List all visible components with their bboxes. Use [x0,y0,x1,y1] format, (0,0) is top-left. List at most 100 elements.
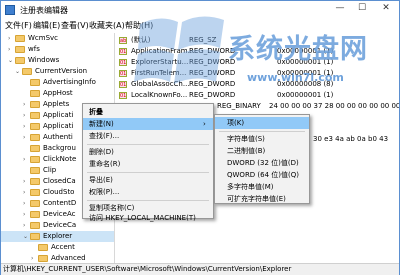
submenu-item-qword-value[interactable]: QWORD (64 位)值(Q) [215,169,309,181]
expand-arrow-icon[interactable]: › [23,99,29,110]
folder-icon [30,90,40,97]
tree-item-label: DeviceCa [43,221,77,229]
tree-item-label: Applets [43,100,70,108]
tree-item-label: ContentD [43,199,77,207]
value-name: FirstRunTelem... [131,69,187,77]
value-data: 0x00000008 (8) [277,80,334,88]
maximize-button[interactable]: ☐ [355,1,369,15]
minimize-button[interactable]: — [333,1,347,15]
expand-arrow-icon[interactable]: › [23,132,29,143]
dword-value-icon: 01 [119,70,127,77]
value-data: 30 e3 4a ab 0a b0 43 [313,135,389,143]
value-row[interactable]: 01 GlobalAssocCh... REG_DWORD 0x00000008… [117,79,399,90]
submenu-item-binary-value[interactable]: 二进制值(B) [215,145,309,157]
collapse-arrow-icon[interactable]: ⌄ [23,231,29,242]
value-data: 24 00 00 00 37 28 00 00 00 00 00 00 00 0… [269,102,399,110]
menu-edit[interactable]: 编辑(E) [33,20,60,31]
window-title: 注册表编辑器 [20,6,68,15]
folder-icon [30,167,40,174]
value-row[interactable]: 01 ApplicationFram... REG_DWORD 0x000000… [117,46,399,57]
folder-icon [22,68,32,75]
value-type: REG_DWORD [189,58,236,66]
tree-item-label: Advanced [51,254,86,262]
tree-item[interactable]: AdvertisingInfo [1,77,114,88]
folder-icon [30,101,40,108]
submenu-arrow-icon: › [203,120,206,128]
menu-item-delete[interactable]: 删除(D) [83,146,213,158]
menu-item-goto-hklm[interactable]: 访问 HKEY_LOCAL_MACHINE(T) [83,212,213,224]
menu-separator [87,144,209,145]
folder-icon [30,145,40,152]
menu-view[interactable]: 查看(V) [61,20,89,31]
value-name: LocalKnownFo... [131,91,188,99]
value-name: (默认) [131,36,151,44]
menu-separator [87,200,209,201]
tree-item[interactable]: › WcmSvc [1,33,114,44]
menu-file[interactable]: 文件(F) [5,20,32,31]
value-row[interactable]: 01 ExplorerStartu... REG_DWORD 0x0000000… [117,57,399,68]
tree-item-label: Backgrou [43,144,76,152]
value-type: REG_DWORD [189,47,236,55]
tree-item-label: Accent [51,243,75,251]
submenu-item-string-value[interactable]: 字符串值(S) [215,133,309,145]
expand-arrow-icon[interactable]: › [8,33,14,44]
menu-bar: 文件(F) 编辑(E) 查看(V) 收藏夹(A) 帮助(H) [1,19,399,33]
value-type: REG_DWORD [189,80,236,88]
dword-value-icon: 01 [119,92,127,99]
value-name: GlobalAssocCh... [131,80,190,88]
context-menu: 折叠 新建(N) › 查找(F)... 删除(D) 重命名(R) 导出(E) 权… [82,103,214,222]
tree-item[interactable]: ⌄ CurrentVersion [1,66,114,77]
dword-value-icon: 01 [119,81,127,88]
menu-item-new[interactable]: 新建(N) › [83,118,213,130]
menu-favorites[interactable]: 收藏夹(A) [89,20,125,31]
value-row[interactable]: ab (默认) REG_SZ [117,35,399,46]
value-data: 0x00000001 (1) [277,47,334,55]
tree-item[interactable]: ⌄ Windows [1,55,114,66]
tree-item-label: DeviceAc [43,210,76,218]
menu-item-new-label: 新建(N) [89,120,114,128]
tree-item[interactable]: Accent [1,242,114,253]
value-type: REG_BINARY [217,102,261,110]
expand-arrow-icon[interactable]: › [23,121,29,132]
expand-arrow-icon[interactable]: › [23,154,29,165]
new-submenu: 项(K) 字符串值(S) 二进制值(B) DWORD (32 位)值(D) QW… [214,114,310,204]
tree-item-label: CurrentVersion [35,67,88,75]
expand-arrow-icon[interactable]: › [23,209,29,220]
folder-icon [15,35,25,42]
expand-arrow-icon[interactable]: › [23,198,29,209]
expand-arrow-icon[interactable]: › [8,44,14,55]
collapse-arrow-icon[interactable]: ⌄ [8,55,14,66]
menu-item-export[interactable]: 导出(E) [83,174,213,186]
close-button[interactable]: ✕ [379,1,393,15]
submenu-item-expandable-string-value[interactable]: 可扩充字符串值(E) [215,193,309,205]
submenu-item-key[interactable]: 项(K) [215,117,309,129]
folder-icon [15,46,25,53]
folder-icon [30,156,40,163]
tree-item[interactable]: › Advanced [1,253,114,263]
value-type: REG_SZ [189,36,217,44]
tree-item-label: ClosedCa [43,177,76,185]
value-row[interactable]: 01 LocalKnownFo... REG_DWORD 0x00000001 … [117,90,399,101]
folder-icon [30,123,40,130]
tree-item-selected[interactable]: ⌄ Explorer [1,231,114,242]
submenu-item-dword-value[interactable]: DWORD (32 位)值(D) [215,157,309,169]
menu-item-permissions[interactable]: 权限(P)... [83,186,213,198]
tree-item[interactable]: AppHost [1,88,114,99]
menu-help[interactable]: 帮助(H) [125,20,153,31]
folder-icon [38,244,48,251]
folder-icon [30,134,40,141]
menu-item-find[interactable]: 查找(F)... [83,130,213,142]
expand-arrow-icon[interactable]: › [23,220,29,231]
expand-arrow-icon[interactable]: › [23,187,29,198]
submenu-item-multi-string-value[interactable]: 多字符串值(M) [215,181,309,193]
expand-arrow-icon[interactable]: › [23,176,29,187]
menu-item-rename[interactable]: 重命名(R) [83,158,213,170]
value-type: REG_DWORD [189,69,236,77]
expand-arrow-icon[interactable]: › [23,110,29,121]
expand-arrow-icon[interactable]: › [31,253,37,263]
tree-item[interactable]: › wfs [1,44,114,55]
collapse-arrow-icon[interactable]: ⌄ [15,66,21,77]
status-bar: 计算机\HKEY_CURRENT_USER\Software\Microsoft… [1,263,399,275]
value-row[interactable]: 01 FirstRunTelem... REG_DWORD 0x00000001… [117,68,399,79]
menu-item-collapse[interactable]: 折叠 [83,106,213,118]
